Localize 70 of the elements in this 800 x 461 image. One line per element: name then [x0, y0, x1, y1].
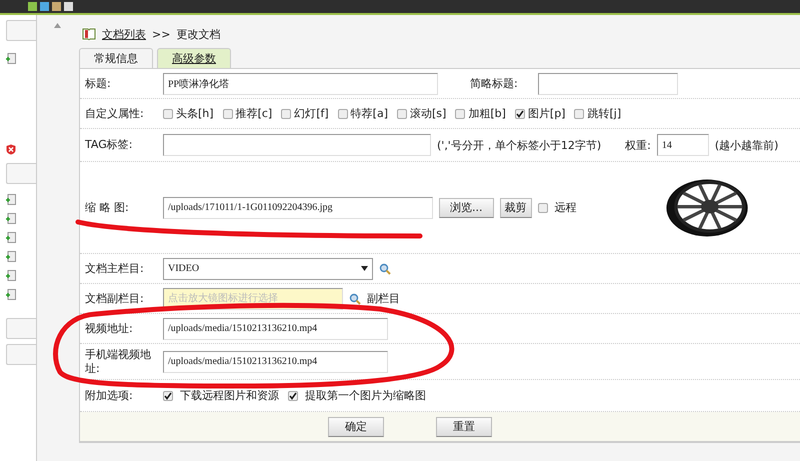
tag-field[interactable] [163, 134, 431, 156]
field-hint: (越小越靠前) [714, 138, 778, 152]
shield-icon[interactable] [6, 144, 16, 155]
category-dropdown[interactable]: VIDEO [163, 258, 373, 280]
checkbox-label: 特荐[a] [350, 106, 388, 121]
field-label: 附加选项: [85, 388, 134, 402]
add-page-icon[interactable] [6, 213, 16, 224]
checkbox-label: 远程 [554, 200, 576, 215]
field-label: 文档主栏目: [85, 262, 145, 276]
form-button[interactable]: 确定 [328, 416, 384, 436]
search-icon[interactable] [379, 262, 391, 274]
mobile-video-url-field[interactable]: /uploads/media/1510213136210.mp4 [163, 350, 388, 372]
tab[interactable]: 常规信息 [79, 48, 153, 68]
add-page-icon[interactable] [6, 194, 16, 205]
checkbox-label: 跳转[j] [587, 106, 622, 121]
checkbox-label: 提取第一个图片为缩略图 [305, 388, 426, 403]
field-label: 权重: [625, 138, 651, 152]
field-label: 缩 略 图: [85, 200, 130, 214]
field-label: 手机端视频地址: [85, 348, 152, 376]
checkbox[interactable] [514, 108, 525, 118]
checkbox[interactable] [222, 108, 233, 118]
checkbox-label: 头条[h] [176, 106, 214, 121]
checkbox[interactable] [338, 108, 348, 118]
field-label: TAG标签: [85, 138, 134, 152]
field-label: 文档副栏目: [85, 292, 145, 306]
checkbox-label: 下载远程图片和资源 [180, 388, 279, 403]
short-title-field[interactable] [538, 72, 678, 94]
field-hint: (','号分开，单个标签小于12字节) [437, 138, 602, 152]
browse-button[interactable]: 浏览... [439, 198, 494, 218]
field-label: 自定义属性: [85, 106, 145, 120]
checkbox-label: 加粗[b] [468, 106, 506, 121]
field-hint: 副栏目 [367, 291, 400, 306]
checkbox-label: 推荐[c] [236, 106, 272, 121]
field-label: 视频地址: [85, 322, 134, 336]
search-icon[interactable] [349, 292, 361, 304]
checkbox-label: 幻灯[f] [294, 106, 329, 121]
checkbox[interactable] [281, 108, 292, 118]
thumbnail-field[interactable]: /uploads/171011/1-1G011092204396.jpg [163, 196, 433, 218]
breadcrumb-current: 更改文档 [176, 26, 220, 42]
crop-button[interactable]: 裁剪 [500, 198, 532, 218]
caret-icon [361, 266, 368, 271]
form-button[interactable]: 重置 [436, 416, 492, 436]
checkbox[interactable] [538, 202, 548, 212]
sidebar-tab[interactable] [6, 163, 36, 184]
video-url-field[interactable]: /uploads/media/1510213136210.mp4 [163, 318, 388, 340]
scroll-up-icon[interactable] [54, 23, 60, 28]
weight-field[interactable]: 14 [656, 134, 709, 156]
breadcrumb-link[interactable]: 文档列表 [102, 26, 146, 42]
add-page-icon[interactable] [6, 289, 16, 300]
field-label: 简略标题: [470, 76, 518, 91]
checkbox[interactable] [574, 108, 584, 118]
breadcrumb-separator: >> [152, 28, 170, 40]
checkbox[interactable] [397, 108, 407, 118]
add-page-icon[interactable] [6, 251, 16, 262]
sidebar-tab[interactable] [6, 20, 36, 41]
checkbox[interactable] [163, 108, 173, 118]
title-field[interactable]: PP喷淋净化塔 [163, 72, 438, 94]
checkbox-label: 图片[p] [528, 106, 566, 121]
checkbox[interactable] [288, 390, 298, 400]
sidebar-tab[interactable] [6, 344, 36, 365]
book-icon [82, 28, 96, 40]
add-page-icon[interactable] [6, 232, 16, 243]
add-page-icon[interactable] [6, 270, 16, 281]
tab[interactable]: 高级参数 [157, 48, 231, 68]
checkbox[interactable] [455, 108, 466, 118]
field-label: 标题: [85, 76, 112, 90]
add-page-icon[interactable] [6, 53, 16, 64]
checkbox-label: 滚动[s] [410, 106, 446, 121]
checkbox[interactable] [163, 390, 173, 400]
sidebar-tab[interactable] [6, 318, 36, 339]
